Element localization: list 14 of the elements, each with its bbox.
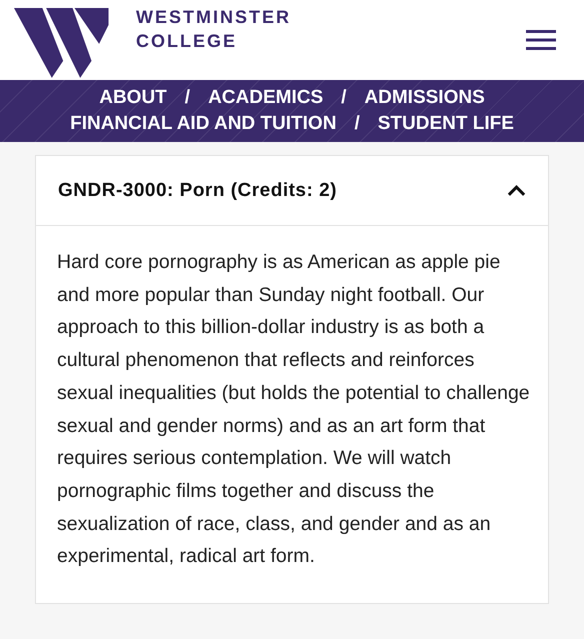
nav-link[interactable]: FINANCIAL AID AND TUITION xyxy=(70,113,336,135)
course-description: Hard core pornography is as American as apple pie and more popular than Sunday night football. Our approach to this billion-dollar industry is as both a cultural phenomenon that reflects and reinforces sexual inequalities (but holds the potential to challenge sexual and gender norms) and as an art form that requires serious contemplation. We will watch pornographic films together and discuss the sexualization of race, class, and gender and as an experimental, radical art form. xyxy=(57,250,530,570)
nav-separator: / xyxy=(354,113,360,135)
nav-link[interactable]: ACADEMICS xyxy=(208,87,324,109)
menu-icon[interactable] xyxy=(526,30,556,50)
nav-link[interactable]: STUDENT LIFE xyxy=(378,113,514,135)
nav-link[interactable]: ABOUT xyxy=(99,87,167,109)
nav-separator: / xyxy=(184,87,190,109)
chevron-up-icon[interactable] xyxy=(507,184,526,196)
college-name[interactable]: WESTMINSTER xyxy=(136,5,291,29)
nav-separator: / xyxy=(341,87,346,109)
course-title[interactable]: GNDR-3000: Porn (Credits: 2) xyxy=(58,180,337,202)
nav-link[interactable]: ADMISSIONS xyxy=(364,87,485,109)
college-name[interactable]: COLLEGE xyxy=(136,29,238,53)
